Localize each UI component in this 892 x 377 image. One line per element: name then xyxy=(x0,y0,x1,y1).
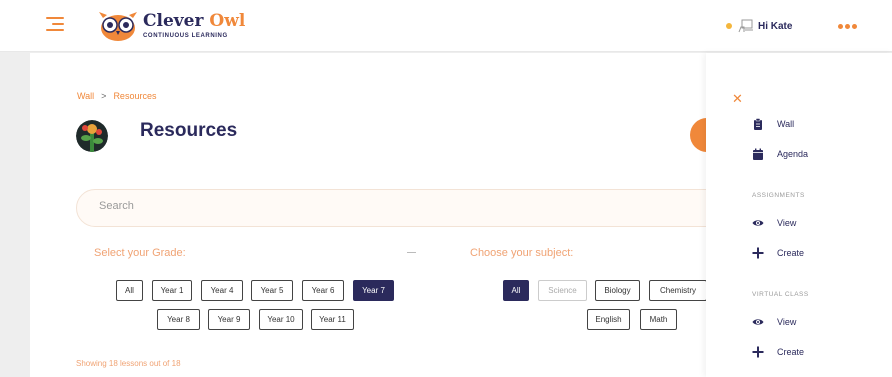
grade-chip-year-9[interactable]: Year 9 xyxy=(208,309,250,330)
side-menu-label: Create xyxy=(777,248,805,258)
plant-illustration-icon xyxy=(76,120,108,152)
calendar-icon xyxy=(753,148,763,160)
grade-chip-year-1[interactable]: Year 1 xyxy=(152,280,192,301)
side-menu-label: Agenda xyxy=(777,149,809,159)
more-options-icon[interactable] xyxy=(838,24,857,29)
search-input[interactable] xyxy=(99,200,499,212)
assignments-view[interactable]: View xyxy=(752,217,796,229)
grade-chip-year-7[interactable]: Year 7 xyxy=(353,280,394,301)
side-menu-item-agenda[interactable]: Agenda xyxy=(752,148,808,160)
breadcrumb-separator: > xyxy=(101,91,107,101)
subject-chip-all[interactable]: All xyxy=(503,280,529,301)
subject-chip-chemistry[interactable]: Chemistry xyxy=(649,280,706,301)
subject-label: Choose your subject: xyxy=(470,247,574,259)
brand-name-accent: Owl xyxy=(209,11,246,31)
breadcrumb-current: Resources xyxy=(113,91,157,101)
grade-label: Select your Grade: xyxy=(94,247,186,259)
brand-logo[interactable]: Clever Owl CONTINUOUS LEARNING xyxy=(97,9,245,43)
user-greeting: Hi Kate xyxy=(758,20,793,32)
side-menu-label: Create xyxy=(777,347,805,357)
results-count: Showing 18 lessons out of 18 xyxy=(76,359,181,368)
clipboard-icon xyxy=(754,118,762,130)
subject-chip-science[interactable]: Science xyxy=(538,280,587,301)
subject-chip-math[interactable]: Math xyxy=(640,309,677,330)
search-bar[interactable] xyxy=(76,189,706,227)
virtual-class-heading: VIRTUAL CLASS xyxy=(752,291,809,298)
online-status-dot xyxy=(726,23,732,29)
eye-icon xyxy=(752,319,764,325)
subject-chip-english[interactable]: English xyxy=(587,309,630,330)
grade-chip-year-6[interactable]: Year 6 xyxy=(302,280,344,301)
breadcrumb: Wall > Resources xyxy=(77,91,156,101)
user-menu[interactable]: Hi Kate xyxy=(726,19,792,33)
side-menu-panel: ✕ Wall Agenda ASSIGNMENTS View Create VI… xyxy=(706,53,892,377)
side-menu-label: View xyxy=(777,218,797,228)
close-icon[interactable]: ✕ xyxy=(732,93,743,106)
add-resource-button[interactable] xyxy=(690,118,706,152)
grade-chip-year-5[interactable]: Year 5 xyxy=(251,280,293,301)
brand-tagline: CONTINUOUS LEARNING xyxy=(143,33,228,39)
owl-logo-icon xyxy=(99,12,137,41)
eye-icon xyxy=(752,220,764,226)
virtual-class-create[interactable]: Create xyxy=(752,346,804,358)
brand-name: Clever xyxy=(143,11,204,31)
hamburger-menu-icon[interactable] xyxy=(46,17,64,31)
side-menu-label: Wall xyxy=(777,119,795,129)
grade-chip-year-4[interactable]: Year 4 xyxy=(201,280,243,301)
side-menu-label: View xyxy=(777,317,797,327)
plus-icon xyxy=(752,247,764,259)
page-title: Resources xyxy=(140,120,238,141)
grade-chip-year-11[interactable]: Year 11 xyxy=(311,309,354,330)
resources-avatar xyxy=(76,120,108,152)
assignments-create[interactable]: Create xyxy=(752,247,804,259)
side-menu-item-wall[interactable]: Wall xyxy=(752,118,794,130)
virtual-class-view[interactable]: View xyxy=(752,316,796,328)
user-desk-icon xyxy=(738,19,753,33)
grade-chip-year-10[interactable]: Year 10 xyxy=(259,309,303,330)
top-header: Clever Owl CONTINUOUS LEARNING Hi Kate xyxy=(0,0,892,52)
assignments-heading: ASSIGNMENTS xyxy=(752,192,805,199)
main-content: Wall > Resources Resources Select your G… xyxy=(30,53,706,377)
breadcrumb-link-wall[interactable]: Wall xyxy=(77,91,94,101)
collapse-icon[interactable] xyxy=(407,252,416,253)
plus-icon xyxy=(752,346,764,358)
grade-chip-year-8[interactable]: Year 8 xyxy=(157,309,200,330)
subject-chip-biology[interactable]: Biology xyxy=(595,280,640,301)
grade-chip-all[interactable]: All xyxy=(116,280,143,301)
